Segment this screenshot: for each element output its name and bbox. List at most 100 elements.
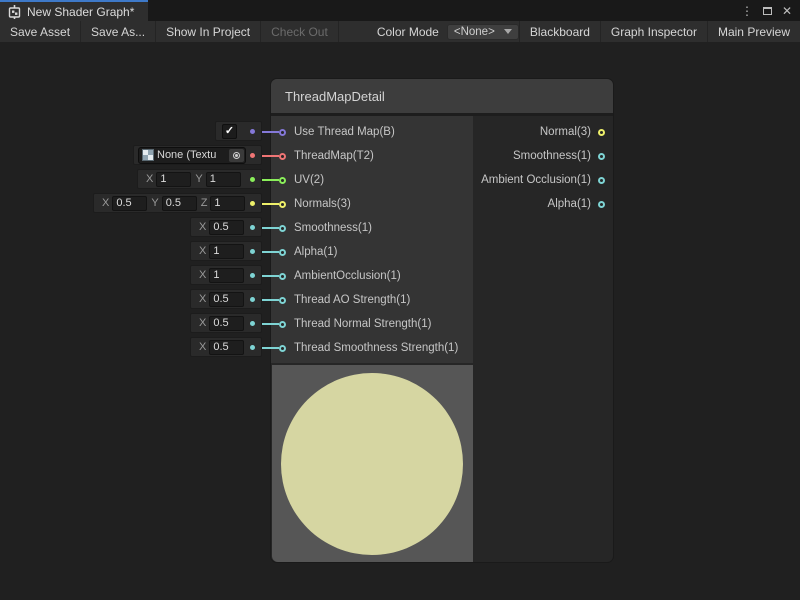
use-thread-map-checkbox[interactable]: ✓ xyxy=(222,124,237,139)
input-row: Thread Normal Strength(1) xyxy=(271,312,473,336)
graph-inspector-button[interactable]: Graph Inspector xyxy=(600,21,707,42)
uv-x-field[interactable] xyxy=(156,172,191,187)
input-port[interactable] xyxy=(279,345,286,352)
input-port[interactable] xyxy=(279,297,286,304)
axis-label: X xyxy=(146,173,153,185)
blackboard-button[interactable]: Blackboard xyxy=(519,21,600,42)
node-threadmapdetail[interactable]: ThreadMapDetail Use Thread Map(B) Thread… xyxy=(270,78,614,563)
port-stub[interactable] xyxy=(250,153,255,158)
thread-smoothness-strength-x-field[interactable] xyxy=(209,340,244,355)
input-port[interactable] xyxy=(279,225,286,232)
axis-label: Z xyxy=(201,197,208,209)
input-row: UV(2) xyxy=(271,168,473,192)
port-stub[interactable] xyxy=(250,321,255,326)
tab-new-shader-graph[interactable]: New Shader Graph* xyxy=(0,0,148,21)
input-row: Use Thread Map(B) xyxy=(271,120,473,144)
input-row: ThreadMap(T2) xyxy=(271,144,473,168)
output-port[interactable] xyxy=(598,153,605,160)
close-icon[interactable]: ✕ xyxy=(782,5,792,17)
input-port-label: Alpha(1) xyxy=(294,246,337,258)
axis-label: X xyxy=(199,341,206,353)
object-picker-button[interactable] xyxy=(229,149,244,162)
input-port[interactable] xyxy=(279,321,286,328)
axis-label: X xyxy=(199,269,206,281)
port-stub[interactable] xyxy=(250,345,255,350)
input-row: Thread Smoothness Strength(1) xyxy=(271,336,473,360)
output-row: Ambient Occlusion(1) xyxy=(473,168,613,192)
input-port[interactable] xyxy=(279,201,286,208)
output-port[interactable] xyxy=(598,129,605,136)
threadmap-object-field[interactable]: None (Textu xyxy=(138,147,246,164)
thread-ao-strength-x-field[interactable] xyxy=(209,292,244,307)
output-port[interactable] xyxy=(598,177,605,184)
port-stub[interactable] xyxy=(250,201,255,206)
show-in-project-button[interactable]: Show In Project xyxy=(156,21,261,42)
port-stub[interactable] xyxy=(250,297,255,302)
input-port[interactable] xyxy=(279,129,286,136)
axis-label: X xyxy=(102,197,109,209)
output-row: Smoothness(1) xyxy=(473,144,613,168)
uv-widget: X Y xyxy=(137,169,262,189)
input-row: Smoothness(1) xyxy=(271,216,473,240)
input-port-label: Thread Normal Strength(1) xyxy=(294,318,431,330)
input-port-label: Thread Smoothness Strength(1) xyxy=(294,342,458,354)
axis-label: X xyxy=(199,293,206,305)
port-stub[interactable] xyxy=(250,273,255,278)
axis-label: X xyxy=(199,245,206,257)
ambient-occlusion-x-field[interactable] xyxy=(209,268,244,283)
uv-y-field[interactable] xyxy=(206,172,241,187)
color-mode-value: <None> xyxy=(454,26,500,38)
port-stub[interactable] xyxy=(250,225,255,230)
input-port[interactable] xyxy=(279,177,286,184)
toolbar: Save Asset Save As... Show In Project Ch… xyxy=(0,21,800,42)
smoothness-widget: X xyxy=(190,217,262,237)
input-port[interactable] xyxy=(279,249,286,256)
normals-z-field[interactable] xyxy=(210,196,245,211)
color-mode-dropdown[interactable]: <None> xyxy=(447,24,519,40)
port-stub[interactable] xyxy=(250,177,255,182)
save-asset-button[interactable]: Save Asset xyxy=(0,21,81,42)
save-as-button[interactable]: Save As... xyxy=(81,21,156,42)
alpha-x-field[interactable] xyxy=(209,244,244,259)
toolbar-right-group: Blackboard Graph Inspector Main Preview xyxy=(519,21,800,42)
thread-ao-strength-widget: X xyxy=(190,289,262,309)
input-port[interactable] xyxy=(279,273,286,280)
object-picker-icon xyxy=(233,152,240,159)
node-preview xyxy=(272,365,473,562)
shader-graph-window: New Shader Graph* ⋮ ✕ Save Asset Save As… xyxy=(0,0,800,600)
input-port-label: Thread AO Strength(1) xyxy=(294,294,410,306)
normals-x-field[interactable] xyxy=(112,196,147,211)
node-header[interactable]: ThreadMapDetail xyxy=(271,79,613,113)
use-thread-map-widget: ✓ xyxy=(215,121,262,141)
output-port[interactable] xyxy=(598,201,605,208)
input-port-label: Use Thread Map(B) xyxy=(294,126,395,138)
thread-normal-strength-x-field[interactable] xyxy=(209,316,244,331)
port-stub[interactable] xyxy=(250,249,255,254)
normals-y-field[interactable] xyxy=(162,196,197,211)
thread-smoothness-strength-widget: X xyxy=(190,337,262,357)
port-stub[interactable] xyxy=(250,129,255,134)
shader-graph-icon xyxy=(8,5,21,19)
preview-sphere xyxy=(281,373,463,555)
axis-label: Y xyxy=(151,197,158,209)
main-preview-button[interactable]: Main Preview xyxy=(707,21,800,42)
menu-icon[interactable]: ⋮ xyxy=(741,5,753,17)
input-port-label: Normals(3) xyxy=(294,198,351,210)
output-port-label: Alpha(1) xyxy=(548,198,591,210)
chevron-down-icon xyxy=(504,29,512,34)
output-port-label: Smoothness(1) xyxy=(513,150,591,162)
smoothness-x-field[interactable] xyxy=(209,220,244,235)
threadmap-widget: None (Textu xyxy=(133,145,262,165)
output-port-label: Ambient Occlusion(1) xyxy=(481,174,591,186)
input-port-label: Smoothness(1) xyxy=(294,222,372,234)
tab-title: New Shader Graph* xyxy=(27,5,134,19)
input-port[interactable] xyxy=(279,153,286,160)
output-row: Normal(3) xyxy=(473,120,613,144)
output-row: Alpha(1) xyxy=(473,192,613,216)
node-body: Use Thread Map(B) ThreadMap(T2) UV(2) No… xyxy=(271,116,613,363)
maximize-icon[interactable] xyxy=(763,7,772,15)
input-port-label: UV(2) xyxy=(294,174,324,186)
input-port-column: Use Thread Map(B) ThreadMap(T2) UV(2) No… xyxy=(271,116,473,363)
output-port-column: Normal(3) Smoothness(1) Ambient Occlusio… xyxy=(473,116,613,216)
threadmap-object-value: None (Textu xyxy=(157,149,226,161)
